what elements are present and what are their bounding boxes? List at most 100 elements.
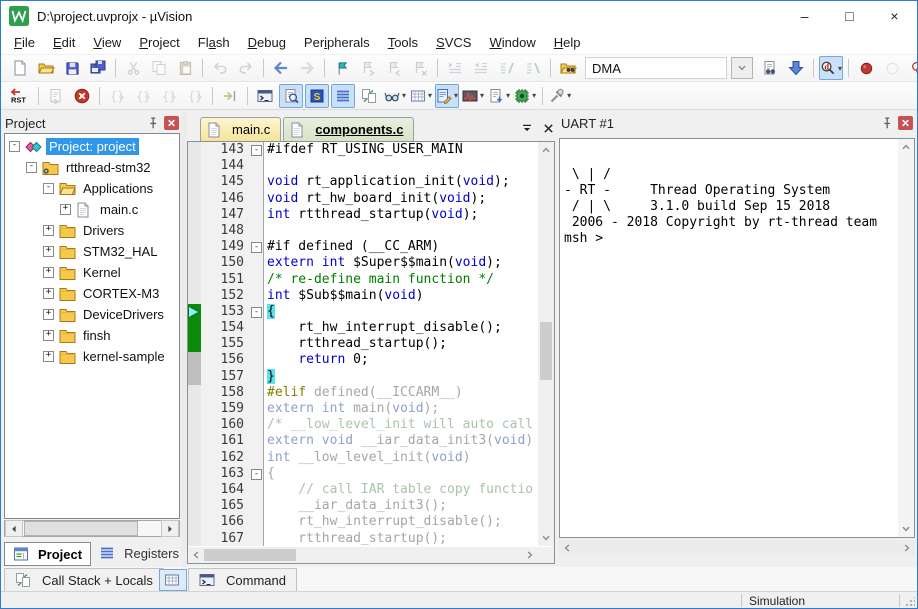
run-button[interactable] [44,84,68,108]
find-in-files-button[interactable] [758,56,782,80]
tree-expander-icon[interactable]: + [43,246,54,257]
scroll-right-icon[interactable] [161,520,179,537]
code-line-145[interactable]: 145void rt_application_init(void); [188,174,537,190]
tree-expander-icon[interactable]: + [43,267,54,278]
project-panel-close-icon[interactable] [164,116,179,130]
fold-marker-icon[interactable]: - [251,469,262,480]
code-line-155[interactable]: 155 rtthread_startup(); [188,336,537,352]
save-button[interactable] [60,56,84,80]
open-folder-button[interactable] [34,56,58,80]
code-line-158[interactable]: 158#elif defined(__ICCARM__) [188,385,537,401]
tree-expander-icon[interactable]: + [60,204,71,215]
menu-edit[interactable]: Edit [44,32,84,53]
code-area[interactable]: 143-#ifdef RT_USING_USER_MAIN144145void … [188,142,537,546]
tree-item-project-project[interactable]: -Project: project [5,136,179,157]
serial-window-button[interactable]: ▾ [435,84,459,108]
menu-tools[interactable]: Tools [379,32,427,53]
uart-window[interactable]: \ | /- RT - Thread Operating System / | … [559,138,915,538]
new-file-button[interactable] [8,56,32,80]
tree-expander-icon[interactable]: + [43,351,54,362]
tab-registers[interactable]: Registers [91,542,187,564]
run-to-cursor-button[interactable] [218,84,242,108]
pin-icon[interactable] [879,115,895,131]
scroll-right-icon[interactable] [522,547,538,563]
tree-expander-icon[interactable]: + [43,309,54,320]
trace-window-button[interactable]: ▾ [487,84,511,108]
document-close-icon[interactable] [542,122,555,135]
code-line-166[interactable]: 166 rt_hw_interrupt_disable(); [188,514,537,530]
copy-button[interactable] [147,56,171,80]
tab-project[interactable]: Project [4,542,91,566]
menu-window[interactable]: Window [480,32,544,53]
tree-item-main-c[interactable]: +main.c [5,199,179,220]
step-out-button[interactable]: {} [157,84,181,108]
code-line-164[interactable]: 164 // call IAR table copy functio [188,482,537,498]
search-combobox[interactable]: DMA [585,57,753,79]
breakpoint-enable-button[interactable] [880,56,904,80]
code-line-151[interactable]: 151/* re-define main function */ [188,272,537,288]
code-line-147[interactable]: 147int rtthread_startup(void); [188,207,537,223]
scrollbar-thumb[interactable] [540,322,552,380]
comment-button[interactable] [495,56,519,80]
scroll-left-icon[interactable] [561,542,573,554]
scroll-right-icon[interactable] [901,542,913,554]
tree-expander-icon[interactable]: - [26,162,37,173]
step-into-button[interactable]: {} [105,84,129,108]
menu-flash[interactable]: Flash [189,32,239,53]
bookmark-next-button[interactable] [356,56,380,80]
paste-button[interactable] [173,56,197,80]
fold-marker-icon[interactable]: - [251,242,262,253]
scrollbar-thumb[interactable] [204,549,296,561]
toolbox-button[interactable]: ▾ [548,84,572,108]
run-to-line-button[interactable]: {} [183,84,207,108]
code-line-149[interactable]: 149-#if defined (__CC_ARM) [188,239,537,255]
uart-panel-close-icon[interactable] [898,116,913,130]
code-line-161[interactable]: 161extern void __iar_data_init3(void) [188,433,537,449]
scroll-left-icon[interactable] [188,547,204,563]
memory-window-button[interactable] [159,569,187,591]
code-line-167[interactable]: 167 rtthread_startup(); [188,531,537,547]
tree-item-kernel-sample[interactable]: +kernel-sample [5,346,179,367]
logic-analyzer-button[interactable]: ▾ [461,84,485,108]
maximize-button[interactable]: □ [827,1,872,31]
breakpoint-disable-all-button[interactable] [906,56,918,80]
tree-item-drivers[interactable]: +Drivers [5,220,179,241]
code-line-153[interactable]: 153-{ [188,304,537,320]
incremental-find-button[interactable] [784,56,808,80]
menu-help[interactable]: Help [545,32,590,53]
code-line-154[interactable]: 154 rt_hw_interrupt_disable(); [188,320,537,336]
tab-components-c[interactable]: components.c [283,117,414,141]
code-line-150[interactable]: 150extern int $Super$$main(void); [188,255,537,271]
menu-debug[interactable]: Debug [239,32,295,53]
code-line-159[interactable]: 159extern int main(void); [188,401,537,417]
code-line-165[interactable]: 165 __iar_data_init3(); [188,498,537,514]
call-stack-locals-tab[interactable]: Call Stack + Locals [4,568,164,592]
scroll-down-icon[interactable] [898,521,914,537]
tree-expander-icon[interactable]: + [43,330,54,341]
editor-horizontal-scrollbar[interactable] [188,547,538,563]
bookmark-clear-button[interactable] [408,56,432,80]
stop-button[interactable] [70,84,94,108]
fold-marker-icon[interactable]: - [251,145,262,156]
undo-button[interactable] [208,56,232,80]
disassembly-window-button[interactable] [279,84,303,108]
bookmark-prev-button[interactable] [382,56,406,80]
call-stack-window-button[interactable] [357,84,381,108]
menu-peripherals[interactable]: Peripherals [295,32,379,53]
code-line-143[interactable]: 143-#ifdef RT_USING_USER_MAIN [188,142,537,158]
scroll-up-icon[interactable] [898,139,914,155]
code-line-156[interactable]: 156 return 0; [188,352,537,368]
menu-svcs[interactable]: SVCS [427,32,480,53]
search-combobox-value[interactable]: DMA [585,57,727,79]
uart-vertical-scrollbar[interactable] [898,139,914,537]
tree-expander-icon[interactable]: - [9,141,20,152]
minimize-button[interactable]: – [782,1,827,31]
save-all-button[interactable] [86,56,110,80]
nav-forward-button[interactable] [295,56,319,80]
tree-item-devicedrivers[interactable]: +DeviceDrivers [5,304,179,325]
scrollbar-thumb[interactable] [24,521,138,536]
tree-item-kernel[interactable]: +Kernel [5,262,179,283]
tree-expander-icon[interactable]: + [43,225,54,236]
command-tab[interactable]: Command [188,568,297,592]
code-line-152[interactable]: 152int $Sub$$main(void) [188,288,537,304]
